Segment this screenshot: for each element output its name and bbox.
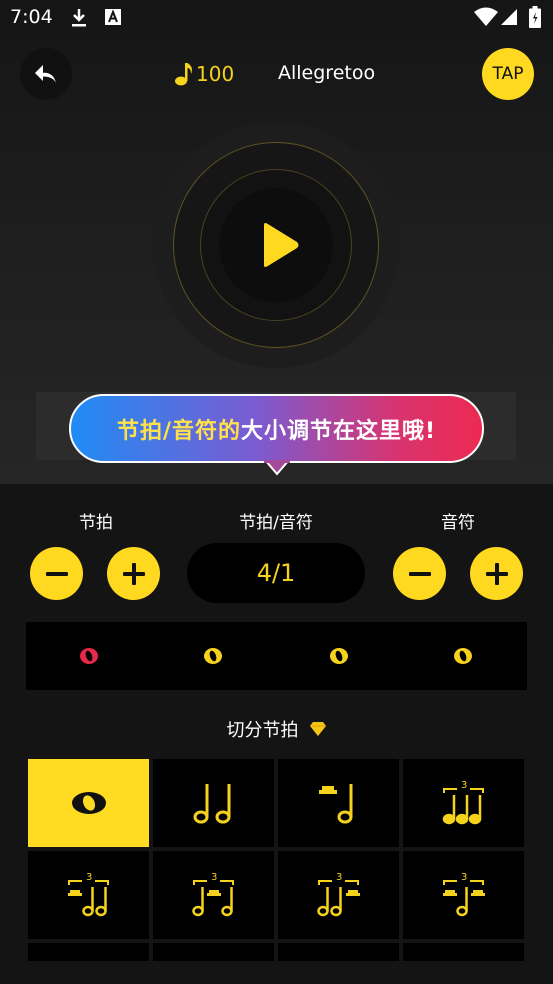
tooltip-text: 大小调节在这里哦! <box>241 418 437 444</box>
beat-label: 节拍 <box>79 513 113 533</box>
svg-text:3: 3 <box>461 872 467 883</box>
tempo-value: 100 <box>196 62 235 86</box>
rhythm-pattern-3[interactable] <box>278 759 399 847</box>
rhythm-pattern-11[interactable] <box>278 943 399 961</box>
hint-tooltip[interactable]: 节拍/音符的 大小调节在这里哦! <box>69 394 484 463</box>
status-bar: 7:04 <box>0 0 553 38</box>
ratio-value-display: 4/1 <box>187 543 365 603</box>
rhythm-section-title: 切分节拍 <box>226 720 299 741</box>
beat-increase-button[interactable] <box>107 547 160 600</box>
note-decrease-button[interactable] <box>393 547 446 600</box>
rhythm-pattern-2[interactable] <box>153 759 274 847</box>
svg-text:3: 3 <box>86 872 92 883</box>
minus-icon <box>45 571 68 576</box>
plus-icon <box>122 562 145 585</box>
rhythm-pattern-12[interactable] <box>403 943 524 961</box>
rhythm-pattern-9[interactable] <box>28 943 149 961</box>
whole-note-icon <box>71 792 106 814</box>
rhythm-section-header: 切分节拍 <box>0 716 553 742</box>
battery-icon <box>529 6 541 28</box>
diamond-icon <box>309 722 326 736</box>
rhythm-pattern-4[interactable]: 3 <box>403 759 524 847</box>
plus-icon <box>485 562 508 585</box>
tempo-name: Allegretoo <box>278 62 376 84</box>
text-notification-icon <box>105 9 121 25</box>
svg-text:3: 3 <box>211 872 217 883</box>
signal-icon <box>501 9 517 25</box>
rhythm-pattern-1[interactable] <box>28 759 149 847</box>
music-note-icon <box>175 63 192 86</box>
rest-half-note-icon <box>318 784 352 824</box>
beat-dot[interactable] <box>203 647 223 665</box>
quarter-triplet-icon: 3 <box>442 780 484 825</box>
beat-dot-accent[interactable] <box>79 647 99 665</box>
rest-triplet-icon: 3 <box>67 872 109 917</box>
note-label: 音符 <box>441 513 475 533</box>
download-icon <box>72 9 86 27</box>
beat-dot[interactable] <box>329 647 349 665</box>
note-increase-button[interactable] <box>470 547 523 600</box>
tempo-display[interactable]: 100 <box>174 60 234 88</box>
rhythm-pattern-10[interactable] <box>153 943 274 961</box>
beat-dot[interactable] <box>453 647 473 665</box>
back-arrow-icon <box>35 65 56 83</box>
tooltip-arrow <box>264 460 290 476</box>
wifi-icon <box>474 7 498 26</box>
ratio-value: 4/1 <box>256 559 296 587</box>
minus-icon <box>408 571 431 576</box>
beat-decrease-button[interactable] <box>30 547 83 600</box>
ratio-label: 节拍/音符 <box>239 513 313 533</box>
split-triplet-icon: 3 <box>191 872 234 917</box>
rhythm-pattern-6[interactable]: 3 <box>153 851 274 939</box>
beat-indicator-row <box>26 622 527 690</box>
svg-text:3: 3 <box>461 780 467 791</box>
two-half-notes-icon <box>193 784 230 824</box>
tap-button[interactable]: TAP <box>482 48 534 100</box>
triplet-rest-icon: 3 <box>316 872 360 917</box>
svg-text:3: 3 <box>336 872 342 883</box>
tooltip-highlight-text: 节拍/音符的 <box>116 418 241 444</box>
rhythm-pattern-5[interactable]: 3 <box>28 851 149 939</box>
back-button[interactable] <box>20 48 72 100</box>
rest-triplet-rest-icon: 3 <box>442 872 485 917</box>
play-icon <box>264 223 299 267</box>
rhythm-pattern-8[interactable]: 3 <box>403 851 524 939</box>
status-time: 7:04 <box>10 6 53 28</box>
tap-label: TAP <box>492 64 524 84</box>
rhythm-pattern-7[interactable]: 3 <box>278 851 399 939</box>
play-button[interactable] <box>219 188 333 302</box>
